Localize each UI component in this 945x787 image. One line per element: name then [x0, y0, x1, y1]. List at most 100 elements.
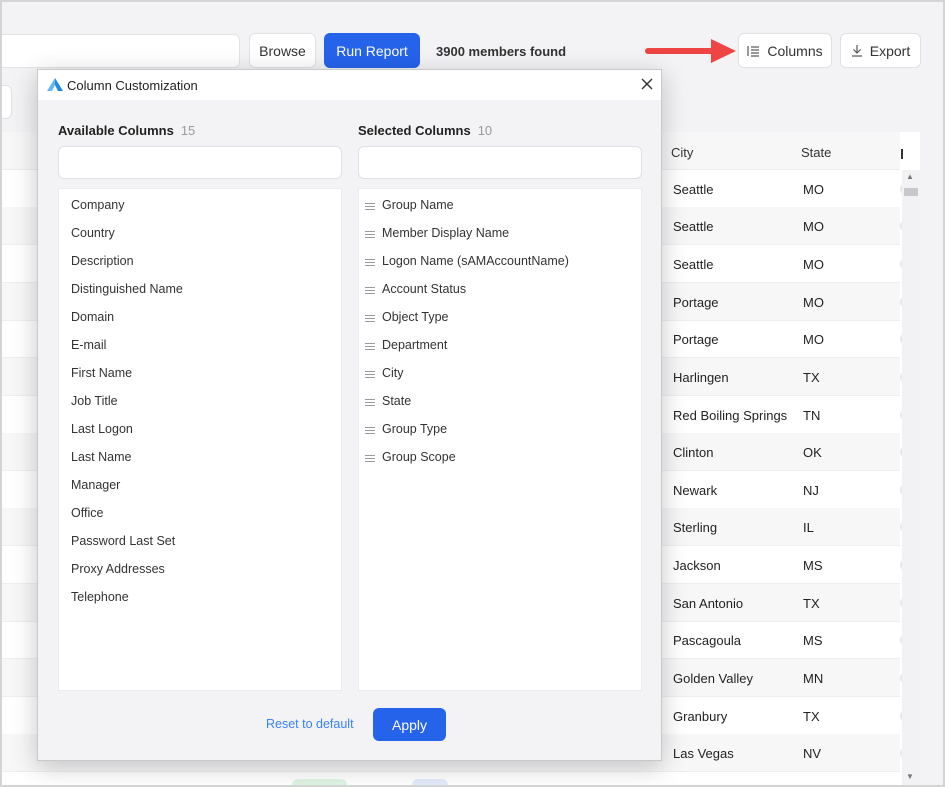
- cell-city: Seattle: [673, 182, 714, 197]
- column-header-city[interactable]: City: [671, 145, 693, 160]
- red-arrow-icon: [645, 39, 736, 63]
- cell-city: San Antonio: [673, 596, 744, 611]
- run-report-label: Run Report: [336, 42, 408, 59]
- selected-columns-filter-input[interactable]: [358, 146, 642, 179]
- download-icon: [851, 44, 863, 57]
- selected-column-item[interactable]: Logon Name (sAMAccountName): [382, 254, 569, 268]
- drag-handle-icon[interactable]: [365, 455, 375, 464]
- column-header-state[interactable]: State: [801, 145, 831, 160]
- drag-handle-icon[interactable]: [365, 203, 375, 212]
- available-column-item[interactable]: Last Name: [71, 450, 131, 464]
- drag-handle-icon[interactable]: [365, 427, 375, 436]
- side-tab[interactable]: [2, 85, 12, 119]
- cell-state: IL: [803, 520, 814, 535]
- cell-state: MS: [803, 558, 823, 573]
- drag-handle-icon[interactable]: [365, 231, 375, 240]
- close-icon[interactable]: [638, 75, 656, 93]
- selected-columns-heading: Selected Columns 10: [358, 123, 492, 138]
- available-column-item[interactable]: Company: [71, 198, 125, 212]
- run-report-button[interactable]: Run Report: [324, 33, 420, 68]
- columns-label: Columns: [767, 42, 823, 59]
- selected-column-item[interactable]: State: [382, 394, 411, 408]
- scroll-down-icon[interactable]: ▼: [906, 772, 914, 781]
- available-columns-list: Company Country Description Distinguished N…: [58, 188, 342, 691]
- column-customization-dialog: Column Customization Available Columns 15…: [37, 69, 662, 761]
- browse-label: Browse: [259, 42, 306, 59]
- app-window: Browse Run Report 3900 members found Col…: [0, 0, 945, 787]
- cell-state: MS: [803, 633, 823, 648]
- cell-city: Sterling: [673, 520, 718, 535]
- selected-columns-count: 10: [477, 123, 493, 138]
- cell-city: Harlingen: [673, 370, 729, 385]
- cell-state: NJ: [803, 483, 819, 498]
- scrollbar-thumb[interactable]: [904, 188, 918, 196]
- status-badge: [292, 779, 347, 785]
- cell-city: Seattle: [673, 257, 714, 272]
- available-columns-count: 15: [180, 123, 196, 138]
- available-columns-filter-input[interactable]: [58, 146, 342, 179]
- selected-column-item[interactable]: Object Type: [382, 310, 448, 324]
- available-column-item[interactable]: Distinguished Name: [71, 282, 183, 296]
- available-column-item[interactable]: Domain: [71, 310, 114, 324]
- cell-state: TX: [803, 370, 820, 385]
- cell-state: MO: [803, 295, 824, 310]
- selected-column-item[interactable]: Group Scope: [382, 450, 456, 464]
- selected-columns-list: Group Name Member Display Name Logon Name …: [358, 188, 642, 691]
- cell-city: Seattle: [673, 219, 714, 234]
- available-column-item[interactable]: Description: [71, 254, 134, 268]
- drag-handle-icon[interactable]: [365, 399, 375, 408]
- type-badge: [412, 779, 448, 785]
- browse-button[interactable]: Browse: [249, 33, 316, 68]
- export-label: Export: [869, 42, 911, 59]
- apply-label: Apply: [391, 716, 428, 733]
- members-found-text: 3900 members found: [436, 44, 567, 59]
- available-column-item[interactable]: Password Last Set: [71, 534, 175, 548]
- cell-city: Jackson: [673, 558, 721, 573]
- vertical-scrollbar[interactable]: [902, 170, 920, 785]
- drag-handle-icon[interactable]: [365, 371, 375, 380]
- column-header-partial: [901, 149, 907, 159]
- selected-column-item[interactable]: Group Type: [382, 422, 447, 436]
- selected-column-item[interactable]: Member Display Name: [382, 226, 509, 240]
- drag-handle-icon[interactable]: [365, 287, 375, 296]
- columns-button[interactable]: Columns: [738, 33, 832, 68]
- cell-city: Las Vegas: [673, 746, 734, 761]
- available-column-item[interactable]: Proxy Addresses: [71, 562, 165, 576]
- selected-columns-title: Selected Columns: [358, 123, 471, 138]
- selected-column-item[interactable]: City: [382, 366, 404, 380]
- available-column-item[interactable]: Last Logon: [71, 422, 133, 436]
- available-column-item[interactable]: Manager: [71, 478, 120, 492]
- drag-handle-icon[interactable]: [365, 259, 375, 268]
- cell-state: MO: [803, 219, 824, 234]
- export-button[interactable]: Export: [840, 33, 921, 68]
- cell-city: Clinton: [673, 445, 714, 460]
- reset-to-default-link[interactable]: Reset to default: [266, 717, 354, 731]
- drag-handle-icon[interactable]: [365, 315, 375, 324]
- cell-state: NV: [803, 746, 822, 761]
- cell-state: OK: [803, 445, 822, 460]
- cell-state: MN: [803, 671, 824, 686]
- cell-city: Newark: [673, 483, 718, 498]
- available-columns-title: Available Columns: [58, 123, 174, 138]
- available-column-item[interactable]: E-mail: [71, 338, 106, 352]
- list-columns-icon: [747, 45, 760, 57]
- cell-state: MO: [803, 332, 824, 347]
- available-column-item[interactable]: Office: [71, 506, 103, 520]
- available-column-item[interactable]: Country: [71, 226, 115, 240]
- apply-button[interactable]: Apply: [373, 708, 446, 741]
- available-column-item[interactable]: Telephone: [71, 590, 129, 604]
- selected-column-item[interactable]: Department: [382, 338, 447, 352]
- cell-city: Pascagoula: [673, 633, 741, 648]
- available-column-item[interactable]: First Name: [71, 366, 132, 380]
- drag-handle-icon[interactable]: [365, 343, 375, 352]
- selected-column-item[interactable]: Account Status: [382, 282, 466, 296]
- selected-column-item[interactable]: Group Name: [382, 198, 454, 212]
- cell-city: Portage: [673, 332, 719, 347]
- cell-state: TX: [803, 709, 820, 724]
- scroll-up-icon[interactable]: ▲: [906, 172, 914, 181]
- cell-city: Red Boiling Springs: [673, 408, 788, 423]
- available-column-item[interactable]: Job Title: [71, 394, 118, 408]
- search-input[interactable]: [2, 34, 240, 68]
- app-logo-icon: [47, 78, 63, 91]
- available-columns-heading: Available Columns 15: [58, 123, 195, 138]
